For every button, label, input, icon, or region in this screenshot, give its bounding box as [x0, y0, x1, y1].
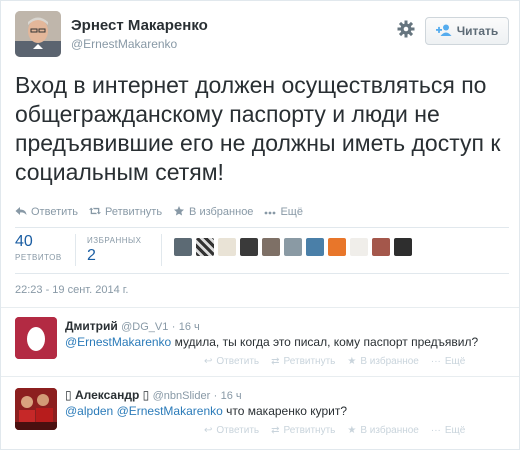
- favorites-count[interactable]: 2: [87, 247, 96, 265]
- reply-author-name: Александр: [74, 388, 140, 402]
- more-icon: [264, 206, 276, 218]
- author-handle[interactable]: @ErnestMakarenko: [71, 37, 177, 51]
- tweet-text: Вход в интернет должен осуществляться по…: [15, 72, 501, 185]
- divider: [1, 376, 519, 377]
- retweeter-avatar[interactable]: [394, 238, 412, 256]
- retweets-label: РЕТВИТОВ: [15, 253, 62, 262]
- reply-age: 16 ч: [220, 390, 242, 402]
- reply-actions: ↩ Ответить ⇄ Ретвитнуть ★ В избранное ··· Ещ…: [204, 356, 465, 367]
- tweet-card: Эрнест Макаренко @ErnestMakarenko Читать…: [0, 0, 520, 450]
- retweet-action[interactable]: Ретвитнуть: [89, 206, 162, 219]
- divider: [15, 273, 509, 274]
- mention-link[interactable]: @ErnestMakarenko: [117, 404, 223, 418]
- more-icon: ···: [430, 425, 441, 436]
- retweet-label: Ретвитнуть: [283, 356, 336, 367]
- retweeter-avatar[interactable]: [196, 238, 214, 256]
- reply-text-body: что макаренко курит?: [222, 404, 348, 418]
- retweeter-avatar[interactable]: [240, 238, 258, 256]
- reply-actions: ↩ Ответить ⇄ Ретвитнуть ★ В избранное ··· Ещ…: [204, 425, 465, 436]
- retweeters-avatars: [174, 238, 412, 256]
- reply-avatar[interactable]: [15, 388, 57, 430]
- reply-author-handle: @DG_V1: [121, 321, 169, 333]
- reply-action[interactable]: ↩ Ответить: [204, 425, 259, 436]
- retweeter-avatar[interactable]: [284, 238, 302, 256]
- author-avatar[interactable]: [15, 11, 61, 57]
- retweeter-avatar[interactable]: [350, 238, 368, 256]
- star-icon: [173, 205, 185, 219]
- reply-label: Ответить: [216, 356, 260, 367]
- reply-author[interactable]: ▯ Александр ▯ @nbnSlider · 16 ч: [65, 388, 242, 402]
- reply-text: @alpden @ErnestMakarenko что макаренко к…: [65, 404, 347, 418]
- more-action[interactable]: ··· Ещё: [431, 425, 465, 436]
- retweeter-avatar[interactable]: [372, 238, 390, 256]
- tweet-actions: Ответить Ретвитнуть В избранное Ещё: [15, 204, 303, 220]
- star-icon: ★: [347, 425, 357, 436]
- favorite-action[interactable]: В избранное: [173, 205, 254, 219]
- retweet-icon: ⇄: [271, 425, 280, 436]
- reply-icon: [15, 206, 27, 219]
- retweet-icon: ⇄: [271, 356, 280, 367]
- mention-link[interactable]: @alpden: [65, 404, 113, 418]
- emoji-placeholder-icon: ▯: [142, 388, 150, 402]
- reply-label: Ответить: [216, 425, 260, 436]
- favorite-label: В избранное: [360, 356, 419, 367]
- reply-author[interactable]: Дмитрий @DG_V1 · 16 ч: [65, 319, 200, 333]
- favorites-label: ИЗБРАННЫХ: [87, 236, 142, 245]
- more-action[interactable]: Ещё: [264, 206, 303, 218]
- retweet-action[interactable]: ⇄ Ретвитнуть: [271, 425, 335, 436]
- retweeter-avatar[interactable]: [306, 238, 324, 256]
- reply-label: Ответить: [31, 206, 79, 218]
- reply-avatar[interactable]: [15, 317, 57, 359]
- stat-divider: [75, 234, 76, 266]
- divider: [15, 227, 509, 228]
- retweets-count[interactable]: 40: [15, 233, 33, 251]
- favorite-action[interactable]: ★ В избранное: [347, 356, 419, 367]
- retweet-icon: [89, 206, 102, 219]
- divider: [1, 307, 519, 308]
- reply-author-name: Дмитрий: [65, 319, 118, 333]
- retweet-label: Ретвитнуть: [105, 206, 163, 218]
- reply-author-handle: @nbnSlider: [152, 390, 211, 402]
- reply-action[interactable]: Ответить: [15, 206, 78, 219]
- follow-user-icon: [435, 24, 452, 39]
- star-icon: ★: [347, 356, 357, 367]
- retweeter-avatar[interactable]: [328, 238, 346, 256]
- more-label: Ещё: [444, 425, 466, 436]
- tweet-timestamp[interactable]: 22:23 - 19 сент. 2014 г.: [15, 284, 128, 296]
- favorite-label: В избранное: [189, 206, 254, 218]
- stat-divider: [161, 234, 162, 266]
- reply-icon: ↩: [204, 425, 213, 436]
- reply-text: @ErnestMakarenko мудила, ты когда это пи…: [65, 335, 478, 349]
- retweeter-avatar[interactable]: [218, 238, 236, 256]
- emoji-placeholder-icon: ▯: [65, 388, 72, 402]
- retweet-label: Ретвитнуть: [283, 425, 336, 436]
- retweeter-avatar[interactable]: [262, 238, 280, 256]
- gear-icon[interactable]: [397, 20, 415, 38]
- tweet-header: Эрнест Макаренко @ErnestMakarenko Читать: [15, 11, 509, 59]
- follow-label: Читать: [456, 24, 499, 38]
- more-action[interactable]: ··· Ещё: [431, 356, 465, 367]
- retweeter-avatar[interactable]: [174, 238, 192, 256]
- favorite-label: В избранное: [360, 425, 419, 436]
- reply-age: 16 ч: [178, 321, 200, 333]
- author-name[interactable]: Эрнест Макаренко: [71, 17, 208, 34]
- more-label: Ещё: [280, 206, 303, 218]
- more-label: Ещё: [444, 356, 466, 367]
- more-icon: ···: [430, 356, 441, 367]
- reply-icon: ↩: [204, 356, 213, 367]
- follow-button[interactable]: Читать: [425, 17, 509, 45]
- favorite-action[interactable]: ★ В избранное: [347, 425, 419, 436]
- retweet-action[interactable]: ⇄ Ретвитнуть: [271, 356, 335, 367]
- mention-link[interactable]: @ErnestMakarenko: [65, 335, 171, 349]
- reply-text-body: мудила, ты когда это писал, кому паспорт…: [171, 335, 479, 349]
- reply-action[interactable]: ↩ Ответить: [204, 356, 259, 367]
